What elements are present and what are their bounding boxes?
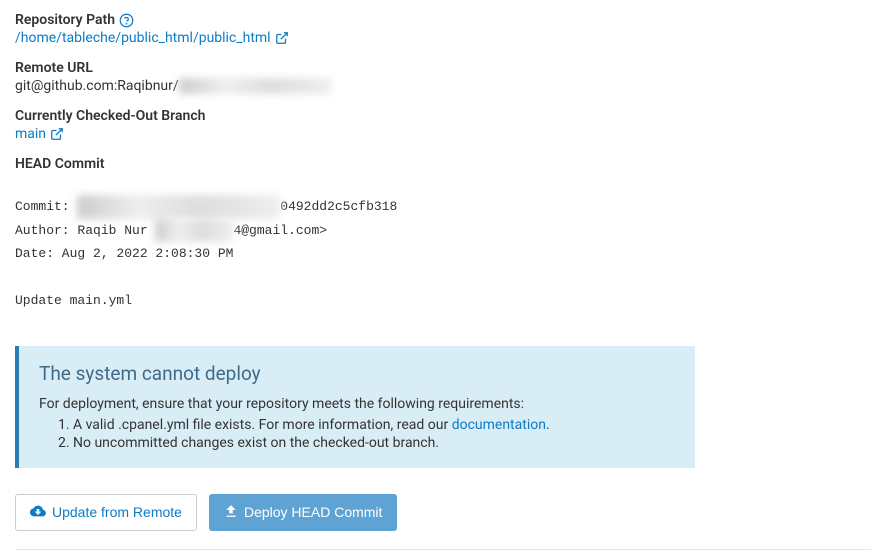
repo-path-label-text: Repository Path [15, 12, 115, 28]
commit-line-prefix: Commit: [15, 199, 77, 214]
alert-req-1-post: . [546, 417, 550, 433]
external-link-icon [50, 127, 64, 141]
commit-message: Update main.yml [15, 293, 132, 308]
deploy-head-commit-button[interactable]: Deploy HEAD Commit [209, 494, 397, 531]
update-button-label: Update from Remote [52, 504, 182, 520]
repo-path-link[interactable]: /home/tableche/public_html/public_html [15, 30, 289, 46]
deploy-icon [224, 504, 238, 521]
commit-date: Date: Aug 2, 2022 2:08:30 PM [15, 246, 233, 261]
branch-label: Currently Checked-Out Branch [15, 108, 871, 124]
repo-path-value: /home/tableche/public_html/public_html [15, 30, 871, 46]
deploy-button-label: Deploy HEAD Commit [244, 504, 382, 520]
help-icon[interactable] [119, 13, 134, 28]
head-commit-label: HEAD Commit [15, 156, 871, 172]
alert-title: The system cannot deploy [39, 362, 675, 385]
alert-body: For deployment, ensure that your reposit… [39, 395, 675, 452]
action-buttons: Update from Remote Deploy HEAD Commit [15, 494, 871, 550]
commit-sha-redacted: xxxxxxxxxxxxxxxxxxxxxxxxxx [77, 195, 280, 218]
remote-url-label: Remote URL [15, 60, 871, 76]
cloud-download-icon [30, 503, 46, 522]
author-line-prefix: Author: Raqib Nur [15, 223, 155, 238]
branch-value: main [15, 126, 871, 142]
commit-sha-suffix: 0492dd2c5cfb318 [280, 199, 397, 214]
branch-label-text: Currently Checked-Out Branch [15, 108, 205, 124]
remote-url-label-text: Remote URL [15, 60, 93, 76]
branch-link[interactable]: main [15, 126, 64, 142]
commit-details: Commit: xxxxxxxxxxxxxxxxxxxxxxxxxx0492dd… [15, 172, 871, 312]
author-suffix: 4@gmail.com> [233, 223, 327, 238]
remote-url-prefix: git@github.com:Raqibnur/ [15, 78, 179, 94]
update-from-remote-button[interactable]: Update from Remote [15, 494, 197, 531]
external-link-icon [275, 31, 289, 45]
alert-req-1: A valid .cpanel.yml file exists. For mor… [73, 416, 675, 434]
alert-req-1-pre: A valid .cpanel.yml file exists. For mor… [73, 417, 452, 433]
deploy-warning-alert: The system cannot deploy For deployment,… [15, 346, 695, 468]
branch-text: main [15, 126, 46, 142]
remote-url-redacted: xxxxxxxxxxxxxxxxxxxxxx [179, 78, 332, 94]
repo-path-text: /home/tableche/public_html/public_html [15, 30, 271, 46]
documentation-link[interactable]: documentation [452, 417, 546, 433]
alert-intro: For deployment, ensure that your reposit… [39, 395, 675, 413]
head-commit-label-text: HEAD Commit [15, 156, 105, 172]
author-redacted: xxxxxxxxxx [155, 219, 233, 242]
remote-url-value: git@github.com:Raqibnur/xxxxxxxxxxxxxxxx… [15, 78, 871, 94]
repo-path-label: Repository Path [15, 12, 871, 28]
alert-req-2: No uncommitted changes exist on the chec… [73, 434, 675, 452]
